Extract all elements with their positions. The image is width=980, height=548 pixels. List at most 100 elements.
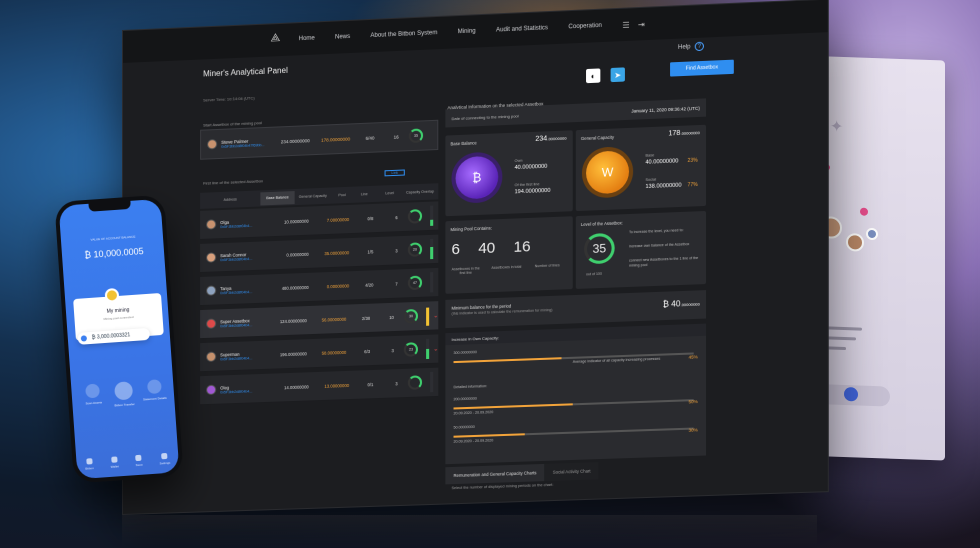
base-balance: 14.00000000 [284,383,309,390]
phone-tab-settings[interactable]: Settings [159,452,171,466]
mining-pool-card: Mining Pool Contains: 6 40 16 Assetboxes… [445,216,573,294]
action-label: Statement Details [142,395,167,402]
tab-label: Settings [159,460,171,466]
general-capacity: 35.00000000 [324,249,350,256]
date-value: January 11, 2020 09:36:42 (UTC) [631,105,700,114]
line-count: 6 [395,214,398,220]
table-row[interactable]: Tanya 0x5F3bb2d8f04b4... 480.00000000 0.000… [200,267,439,307]
pool-count: 4/20 [365,281,374,288]
line-count: 7 [395,281,398,287]
help-link[interactable]: Help ? [677,41,704,52]
theme-toggle-icon[interactable]: ◐ [586,68,601,84]
general-capacity-card: General Capacity 178.00000000 W Base 40.… [575,124,707,212]
user-address[interactable]: 0x5F3bb2d8f04b4... [220,355,269,361]
lines-label: Number of lines [534,263,560,269]
general-capacity: 0.00000000 [326,282,350,289]
table-row[interactable]: Sarah Connor 0x5F3bb2d8f04b4... 0.00000000… [200,234,439,274]
chevron-down-icon[interactable]: ⌄ [433,345,438,352]
phone-balance: ₿ 10,000.0005 [84,246,144,261]
general-capacity: 56.00000000 [321,316,347,323]
user-address[interactable]: 0x5F3bb2d8f04b4... [220,322,269,328]
tab-remuneration-charts[interactable]: Remuneration and General Capacity Charts [445,463,545,485]
line-count: 3 [391,347,394,353]
user-address[interactable]: 0x5F3bb2d8f04b4... [220,388,270,394]
user-address[interactable]: 0x5F3bb2d8f04b47f69bb... [221,142,271,149]
social-label: Social [645,177,657,182]
menu-icon[interactable]: ☰ [622,20,629,29]
nav-cooperation[interactable]: Cooperation [568,23,601,31]
avatar [206,285,217,296]
col-general-capacity[interactable]: General Capacity [295,194,331,199]
telegram-icon[interactable]: ➤ [610,67,625,83]
login-icon[interactable]: ⇥ [638,19,645,28]
wallet-icon [111,456,118,463]
capacity-donut-icon: W [586,150,630,195]
statement-button[interactable]: Statement Details [141,379,169,406]
base-value: 40.00000000 [645,158,679,166]
pool-count: 1/5 [367,248,374,255]
action-label: Bitbon Transfer [114,402,135,408]
line-count: 10 [389,314,394,320]
first-line-count: 6 [451,240,460,259]
col-level[interactable]: Level [375,191,403,196]
help-label: Help [677,43,691,51]
card-decimals: .00000000 [680,130,700,136]
phone-tab-bitbon[interactable]: Bitbon [85,458,94,471]
phone-screen: VALUE OF ACCOUNT BALANCE ₿ 10,000.0005 M… [58,198,180,480]
detail-percent: 50% [688,398,698,405]
col-base-balance[interactable]: Base Balance [260,190,295,205]
phone-tab-store[interactable]: Store [135,454,143,467]
user-address[interactable]: 0x5F3bb2d8f04b4... [220,256,270,261]
user-address[interactable]: 0x5F3bb2d8f04b4... [220,289,270,295]
table-row[interactable]: Oleg 0x5F3bb2d8f04b4... 14.00000000 13.0000… [200,367,439,406]
detail-dates: 20.09.2020 - 20.09.2020 [453,438,494,444]
level-ring: 30 [404,308,419,324]
total-label: Assetboxes in total [491,264,522,270]
analytical-panel-window: ⟁ Home News About the Bitbon System Mini… [122,0,829,515]
line-count: 16 [393,133,399,140]
phone-balance-label: VALUE OF ACCOUNT BALANCE [90,234,136,242]
table-row[interactable]: Super Assetbox 0x5F3bb2d8f04b4... 124.0000… [200,301,439,340]
tab-social-activity[interactable]: Social Activity Chart [544,462,599,482]
level-ring: 23 [404,342,419,357]
scan-assets-button[interactable]: Scan Assets [79,383,107,410]
phone-tab-wallet[interactable]: Wallet [110,456,119,469]
base-balance: 196.00000000 [279,350,307,357]
table-row[interactable]: Superman 0x5F3bb2d8f04b4... 196.00000000 58… [200,334,439,373]
col-address[interactable]: Address [200,196,260,202]
own-value: 40.00000000 [514,163,548,172]
assetbox-level-card: Level of the Assetbox: 35 out of 100 To … [575,210,707,289]
card-title: Level of the Assetbox: [580,220,623,228]
user-address[interactable]: 0x5F3bb2d8f04b4... [220,223,270,228]
general-capacity: 58.00000000 [321,349,347,356]
avatar [206,219,217,230]
capacity-overlap-fill [426,307,430,326]
shield-icon [844,387,858,402]
link-button[interactable]: Link [384,169,405,177]
nav-about[interactable]: About the Bitbon System [370,30,437,39]
logo-icon[interactable]: ⟁ [270,32,280,45]
own-label: Own [514,158,523,163]
nav-news[interactable]: News [335,34,350,41]
transfer-button[interactable]: Bitbon Transfer [110,381,138,408]
avatar [206,252,217,263]
col-pool[interactable]: Pool [331,193,353,198]
card-value: 234 [535,135,548,143]
base-label: Base [645,153,655,158]
nav-mining[interactable]: Mining [458,28,476,35]
col-capacity-overlap[interactable]: Capacity Overlap [404,189,436,194]
nav-audit[interactable]: Audit and Statistics [496,25,548,33]
bitbon-icon [85,458,93,465]
col-line[interactable]: Line [353,192,375,197]
total-count: 40 [478,239,496,258]
nav-home[interactable]: Home [299,35,315,42]
level-ring: 35 [583,232,615,265]
chevron-down-icon[interactable]: ⌄ [433,312,438,319]
increase-title[interactable]: Increase in Own Capacity: [445,323,707,346]
progress-fill [453,403,573,410]
find-assetbox-button[interactable]: Find Assetbox [670,59,734,77]
base-balance: 124.00000000 [279,317,307,324]
store-icon [135,454,142,462]
base-balance: 480.00000000 [281,284,309,291]
general-capacity: 13.00000000 [324,382,350,389]
